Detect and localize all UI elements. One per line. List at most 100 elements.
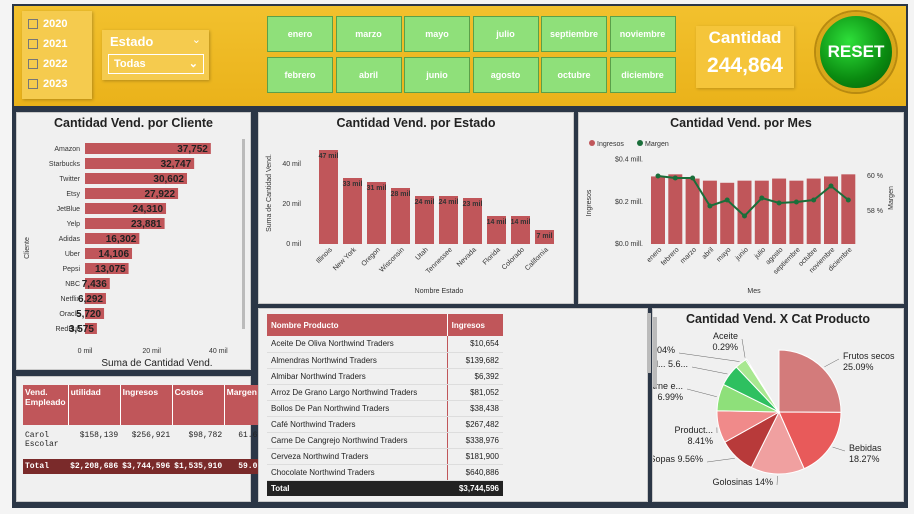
category-label: julio	[753, 246, 768, 261]
column-header[interactable]: Ingresos	[120, 385, 173, 425]
table-cell: Café Northwind Traders	[267, 416, 448, 433]
table-cell: $98,782	[188, 431, 223, 440]
table-cell: Carol Escolar	[25, 431, 59, 449]
year-option[interactable]: 2020	[28, 18, 67, 30]
bar	[789, 180, 804, 244]
table-cell: $10,654	[446, 336, 503, 353]
checkbox[interactable]	[28, 59, 38, 69]
month-button-marzo[interactable]: marzo	[335, 16, 402, 52]
category-label: Wisconsin	[378, 246, 406, 274]
table-row: Aceite De Oliva Northwind Traders $10,654	[267, 336, 503, 353]
category-label: Illinois	[315, 246, 334, 265]
column-header[interactable]: Costos	[172, 385, 225, 425]
pie-chart-panel: Cantidad Vend. X Cat Producto Frutos sec…	[652, 308, 904, 502]
category-label: abril	[701, 246, 716, 261]
total-cell: Total	[23, 459, 69, 474]
table-cell: Chocolate Northwind Traders	[267, 464, 448, 481]
tick-label: $0.2 mill.	[615, 199, 643, 206]
table-row: Almendras Northwind Traders $139,682	[267, 352, 503, 369]
data-label: 47 mil	[319, 153, 339, 160]
x-axis-label: Mes	[747, 288, 761, 295]
checkbox[interactable]	[28, 39, 38, 49]
pie-slice	[778, 349, 842, 413]
category-label: Starbucks	[49, 161, 81, 168]
legend-label: Ingresos	[597, 141, 624, 148]
data-label: 14 mil	[511, 219, 531, 226]
month-button-diciembre[interactable]: diciembre	[609, 57, 676, 93]
bar	[685, 178, 700, 244]
estado-chart-panel: Cantidad Vend. por Estado Suma de Cantid…	[258, 112, 574, 304]
year-option[interactable]: 2023	[28, 78, 67, 90]
month-button-enero[interactable]: enero	[267, 16, 333, 52]
estado-slicer: Estado ⌄ Todas ⌄	[102, 30, 209, 80]
category-label: mayo	[716, 246, 733, 263]
month-button-julio[interactable]: julio	[472, 16, 539, 52]
mes-chart-panel: Cantidad Vend. por Mes Ingresos Margen Ing…	[578, 112, 904, 304]
month-button-octubre[interactable]: octubre	[541, 57, 607, 93]
column-header[interactable]: utilidad	[68, 385, 121, 425]
category-label: Nevada	[456, 246, 478, 268]
month-button-noviembre[interactable]: noviembre	[609, 16, 676, 52]
table-cell: Carne De Cangrejo Northwind Traders	[267, 432, 448, 449]
leader-line	[686, 388, 717, 398]
table-cell: 61.6	[238, 431, 258, 440]
estado-dropdown[interactable]: Todas ⌄	[108, 54, 204, 74]
mes-combo-chart: Ingresos Margen Ingresos Margen $0.4 mill. $0…	[586, 140, 895, 295]
x-axis-label: Suma de Cantidad Vend.	[101, 358, 212, 369]
margen-point	[707, 203, 713, 209]
category-label: Etsy	[66, 191, 80, 198]
month-button-mayo[interactable]: mayo	[404, 16, 470, 52]
slice-label: Golosinas 14%	[712, 477, 773, 487]
table-cell: $38,438	[446, 400, 503, 417]
leader-line	[824, 358, 840, 368]
month-button-junio[interactable]: junio	[404, 57, 470, 93]
margen-point	[828, 183, 834, 189]
month-button-agosto[interactable]: agosto	[472, 57, 539, 93]
data-label: 32,747	[161, 159, 192, 170]
category-label: Uber	[65, 251, 81, 258]
year-option[interactable]: 2022	[28, 58, 67, 70]
scrollbar[interactable]	[647, 313, 651, 373]
chevron-down-icon[interactable]: ⌄	[192, 33, 201, 46]
slice-label: Bebidas 18.27%	[849, 443, 882, 464]
slice-label: Carne e...6.99%	[653, 381, 683, 402]
margen-point	[793, 199, 799, 205]
reset-button[interactable]: RESET	[816, 12, 896, 92]
bar	[806, 178, 821, 244]
empleado-table: Vend. Empleado utilidad Ingresos Costos Marg…	[23, 385, 260, 474]
month-button-febrero[interactable]: febrero	[267, 57, 333, 93]
table-cell: Bollos De Pan Northwind Traders	[267, 400, 448, 417]
table-cell: $256,921	[131, 431, 171, 440]
month-button-abril[interactable]: abril	[335, 57, 402, 93]
data-label: 33 mil	[343, 181, 363, 188]
category-label: New York	[332, 246, 358, 272]
table-cell: $6,392	[446, 368, 503, 385]
data-label: 37,752	[177, 144, 208, 155]
data-label: 3,575	[69, 324, 94, 335]
margen-point	[742, 213, 747, 219]
data-label: 7 mil	[537, 233, 553, 240]
margen-point	[776, 200, 782, 206]
category-label: Adidas	[59, 236, 81, 243]
table-row: Carne De Cangrejo Northwind Traders $338,…	[267, 432, 503, 449]
y-axis-label: Margen	[888, 186, 895, 210]
data-label: 13,075	[95, 264, 126, 275]
category-label: febrero	[660, 246, 681, 267]
table-cell: $181,900	[446, 448, 503, 465]
bar	[702, 180, 717, 244]
column-header[interactable]: Margen	[224, 385, 260, 425]
kpi-card: Cantidad 244,864	[696, 26, 794, 88]
column-header[interactable]: Nombre Producto	[267, 314, 448, 336]
checkbox[interactable]	[28, 19, 38, 29]
scrollbar	[242, 139, 245, 329]
checkbox[interactable]	[28, 79, 38, 89]
leader-line	[832, 446, 846, 452]
table-row: Café Northwind Traders $267,482	[267, 416, 503, 433]
y-axis-label: Suma de Cantidad Vend.	[266, 154, 273, 232]
column-header[interactable]: Vend. Empleado	[23, 385, 69, 425]
header-row: Nombre Producto Ingresos	[267, 314, 503, 336]
year-option[interactable]: 2021	[28, 38, 67, 50]
y-axis-label: Cliente	[24, 237, 31, 259]
month-button-septiembre[interactable]: septiembre	[541, 16, 607, 52]
column-header[interactable]: Ingresos	[446, 314, 503, 336]
